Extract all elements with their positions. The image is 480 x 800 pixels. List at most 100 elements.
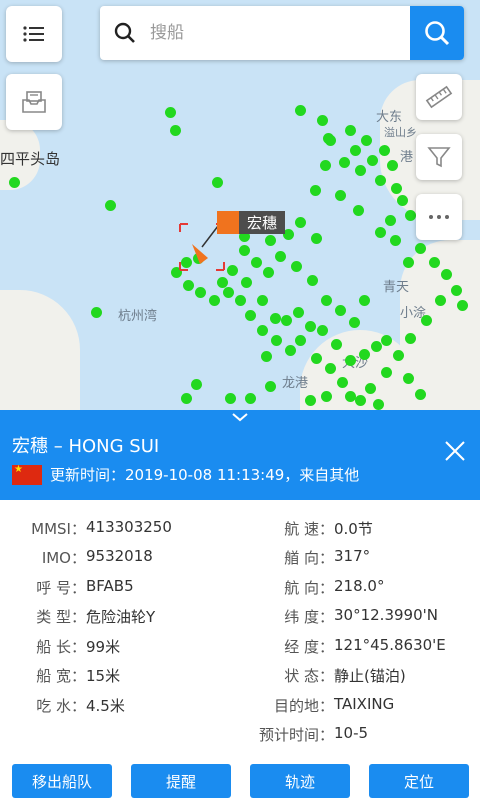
- ship-dot[interactable]: [320, 160, 331, 171]
- ship-dot[interactable]: [9, 177, 20, 188]
- ship-dot[interactable]: [345, 355, 356, 366]
- map-view[interactable]: 四平头岛 杭州湾 大东 溢山乡 港 青天 小涂 大沙 龙港 宏穗: [0, 0, 480, 410]
- ship-dot[interactable]: [435, 295, 446, 306]
- ship-dot[interactable]: [353, 205, 364, 216]
- ship-dot[interactable]: [310, 185, 321, 196]
- ship-dot[interactable]: [291, 261, 302, 272]
- ship-dot[interactable]: [405, 333, 416, 344]
- ship-name-tag[interactable]: 宏穗: [217, 211, 286, 234]
- ship-dot[interactable]: [212, 177, 223, 188]
- ship-dot[interactable]: [381, 367, 392, 378]
- ship-dot[interactable]: [307, 275, 318, 286]
- ship-dot[interactable]: [91, 307, 102, 318]
- ship-dot[interactable]: [195, 287, 206, 298]
- ship-dot[interactable]: [311, 353, 322, 364]
- ship-dot[interactable]: [367, 155, 378, 166]
- ship-dot[interactable]: [265, 381, 276, 392]
- ship-dot[interactable]: [251, 257, 262, 268]
- ship-dot[interactable]: [261, 351, 272, 362]
- ship-dot[interactable]: [457, 300, 468, 311]
- ship-dot[interactable]: [335, 190, 346, 201]
- ship-dot[interactable]: [361, 135, 372, 146]
- ship-dot[interactable]: [105, 200, 116, 211]
- ship-dot[interactable]: [317, 325, 328, 336]
- ruler-button[interactable]: [416, 74, 462, 120]
- remove-from-fleet-button[interactable]: 移出船队: [12, 764, 112, 798]
- ship-dot[interactable]: [217, 277, 228, 288]
- ship-dot[interactable]: [337, 377, 348, 388]
- ship-dot[interactable]: [325, 363, 336, 374]
- ship-dot[interactable]: [441, 269, 452, 280]
- ship-dot[interactable]: [335, 305, 346, 316]
- ship-dot[interactable]: [191, 379, 202, 390]
- ship-dot[interactable]: [331, 339, 342, 350]
- ship-dot[interactable]: [387, 160, 398, 171]
- ship-dot[interactable]: [359, 295, 370, 306]
- ship-dot[interactable]: [181, 393, 192, 404]
- ship-dot[interactable]: [350, 145, 361, 156]
- ship-dot[interactable]: [355, 395, 366, 406]
- ship-dot[interactable]: [183, 280, 194, 291]
- ship-dot[interactable]: [391, 183, 402, 194]
- ship-dot[interactable]: [397, 195, 408, 206]
- ship-dot[interactable]: [403, 257, 414, 268]
- filter-button[interactable]: [416, 134, 462, 180]
- menu-button[interactable]: [6, 6, 62, 62]
- search-input[interactable]: [150, 23, 410, 43]
- ship-dot[interactable]: [405, 210, 416, 221]
- ship-dot[interactable]: [375, 175, 386, 186]
- message-button[interactable]: [6, 74, 62, 130]
- search-button[interactable]: [410, 6, 464, 60]
- ship-dot[interactable]: [285, 345, 296, 356]
- ship-dot[interactable]: [270, 313, 281, 324]
- ship-dot[interactable]: [311, 233, 322, 244]
- ship-dot[interactable]: [390, 235, 401, 246]
- more-button[interactable]: [416, 194, 462, 240]
- ship-dot[interactable]: [227, 265, 238, 276]
- ship-dot[interactable]: [429, 257, 440, 268]
- ship-dot[interactable]: [295, 335, 306, 346]
- ship-dot[interactable]: [355, 165, 366, 176]
- ship-dot[interactable]: [305, 321, 316, 332]
- ship-dot[interactable]: [275, 251, 286, 262]
- ship-dot[interactable]: [225, 393, 236, 404]
- ship-dot[interactable]: [295, 105, 306, 116]
- ship-dot[interactable]: [271, 335, 282, 346]
- ship-dot[interactable]: [339, 157, 350, 168]
- ship-dot[interactable]: [235, 295, 246, 306]
- ship-dot[interactable]: [393, 350, 404, 361]
- ship-dot[interactable]: [170, 125, 181, 136]
- ship-dot[interactable]: [415, 243, 426, 254]
- ship-dot[interactable]: [165, 107, 176, 118]
- ship-dot[interactable]: [371, 341, 382, 352]
- ship-dot[interactable]: [321, 295, 332, 306]
- ship-dot[interactable]: [295, 217, 306, 228]
- ship-dot[interactable]: [451, 285, 462, 296]
- ship-dot[interactable]: [257, 295, 268, 306]
- locate-button[interactable]: 定位: [369, 764, 469, 798]
- ship-dot[interactable]: [349, 317, 360, 328]
- ship-dot[interactable]: [421, 315, 432, 326]
- ship-dot[interactable]: [345, 391, 356, 402]
- search-bar[interactable]: [100, 6, 464, 60]
- ship-dot[interactable]: [379, 145, 390, 156]
- ship-dot[interactable]: [305, 395, 316, 406]
- ship-dot[interactable]: [223, 287, 234, 298]
- ship-dot[interactable]: [293, 307, 304, 318]
- ship-dot[interactable]: [317, 115, 328, 126]
- ship-dot[interactable]: [239, 245, 250, 256]
- ship-dot[interactable]: [359, 349, 370, 360]
- ship-dot[interactable]: [241, 277, 252, 288]
- ship-dot[interactable]: [209, 295, 220, 306]
- ship-dot[interactable]: [415, 389, 426, 400]
- ship-dot[interactable]: [257, 325, 268, 336]
- ship-dot[interactable]: [381, 335, 392, 346]
- track-button[interactable]: 轨迹: [250, 764, 350, 798]
- ship-dot[interactable]: [385, 215, 396, 226]
- ship-dot[interactable]: [245, 393, 256, 404]
- ship-dot[interactable]: [281, 315, 292, 326]
- ship-dot[interactable]: [403, 373, 414, 384]
- ship-dot[interactable]: [321, 391, 332, 402]
- ship-dot[interactable]: [325, 135, 336, 146]
- ship-dot[interactable]: [265, 235, 276, 246]
